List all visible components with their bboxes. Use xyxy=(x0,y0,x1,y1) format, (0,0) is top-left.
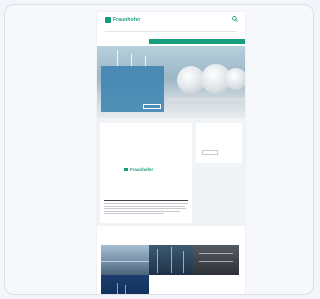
header-divider xyxy=(105,31,237,32)
text-line xyxy=(104,203,188,204)
content-section: Fraunhofer xyxy=(97,118,245,226)
main-navigation xyxy=(149,39,245,44)
text-line xyxy=(104,210,180,212)
logo-mark-icon xyxy=(105,17,111,23)
tile-decoration xyxy=(199,253,233,254)
text-line xyxy=(104,213,165,215)
hero-teaser xyxy=(101,66,164,112)
storage-tank-graphic xyxy=(225,68,245,90)
tile-decoration xyxy=(183,251,184,273)
search-icon[interactable] xyxy=(232,16,238,22)
fraunhofer-logo-text: Fraunhofer xyxy=(130,167,154,172)
preview-frame: Fraunhofer Fraunhofer xyxy=(4,4,314,295)
tile-decoration xyxy=(171,247,172,273)
article-divider xyxy=(104,200,188,201)
website-preview: Fraunhofer Fraunhofer xyxy=(97,12,245,294)
pipeline-graphic xyxy=(167,98,245,101)
text-line xyxy=(104,208,187,210)
fraunhofer-logo: Fraunhofer xyxy=(124,167,153,172)
image-tile[interactable] xyxy=(193,245,239,275)
tile-decoration xyxy=(117,283,118,294)
tile-decoration xyxy=(125,285,126,294)
logo-text: Fraunhofer xyxy=(113,17,141,23)
image-tile[interactable] xyxy=(149,245,193,275)
pipeline-graphic xyxy=(167,104,245,107)
site-header: Fraunhofer xyxy=(97,12,245,46)
hero-banner xyxy=(97,46,245,118)
tile-decoration xyxy=(101,261,149,262)
image-tile[interactable] xyxy=(101,245,149,275)
hero-button[interactable] xyxy=(143,104,161,109)
tile-decoration xyxy=(157,249,158,273)
sidebar-card xyxy=(196,123,242,163)
logo-mark-icon xyxy=(124,168,128,171)
sidebar-card-button[interactable] xyxy=(202,150,218,155)
image-tile[interactable] xyxy=(101,275,149,294)
tile-decoration xyxy=(199,261,233,262)
text-line xyxy=(104,205,185,207)
article-card[interactable]: Fraunhofer xyxy=(100,123,192,223)
site-logo[interactable]: Fraunhofer xyxy=(105,17,140,23)
article-text-block xyxy=(104,203,188,216)
